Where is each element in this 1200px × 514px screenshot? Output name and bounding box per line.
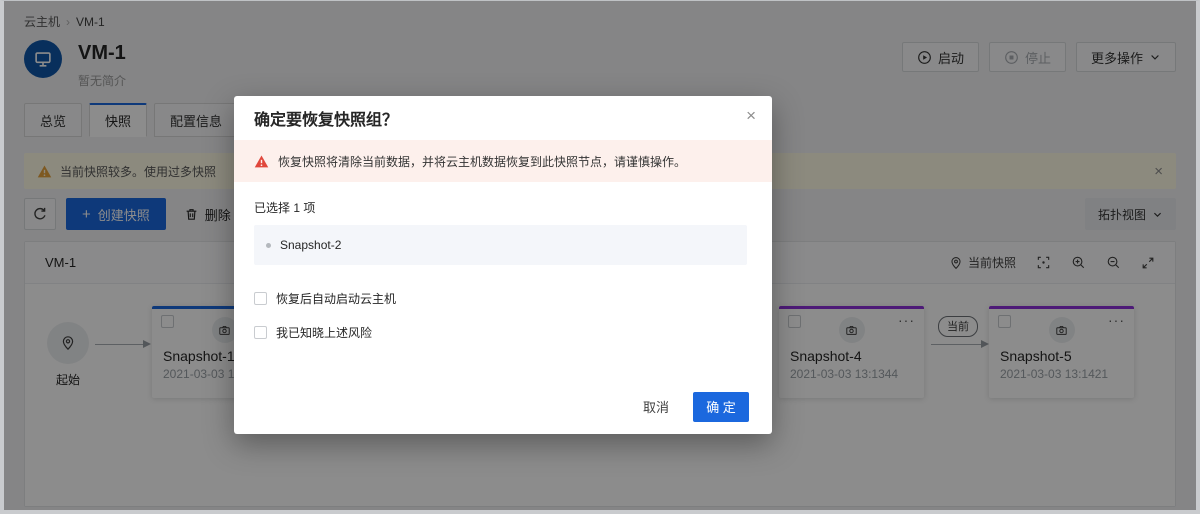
risk-checkbox-row[interactable]: 我已知晓上述风险 [254,324,747,341]
risk-checkbox-label: 我已知晓上述风险 [276,324,372,341]
modal-title: 确定要恢复快照组？ [254,106,398,130]
alert-triangle-icon [254,154,269,169]
restore-snapshot-modal: 确定要恢复快照组？ × 恢复快照将清除当前数据，并将云主机数据恢复到此快照节点，… [234,96,772,434]
alert-text: 恢复快照将清除当前数据，并将云主机数据恢复到此快照节点，请谨慎操作。 [278,153,686,170]
selected-snapshot-row: Snapshot-2 [254,225,747,265]
selected-count-label: 已选择 1 项 [254,199,747,216]
modal-danger-alert: 恢复快照将清除当前数据，并将云主机数据恢复到此快照节点，请谨慎操作。 [234,140,772,182]
modal-header: 确定要恢复快照组？ × [234,96,772,140]
risk-checkbox[interactable] [254,326,267,339]
app-screen: 云主机 › VM-1 VM-1 暂无简介 [0,0,1200,514]
confirm-button[interactable]: 确 定 [693,392,749,422]
autostart-checkbox-label: 恢复后自动启动云主机 [276,290,396,307]
cancel-button[interactable]: 取消 [639,391,673,422]
modal-footer: 取消 确 定 [234,391,772,434]
modal-close-icon[interactable]: × [746,107,756,124]
modal-body: 已选择 1 项 Snapshot-2 恢复后自动启动云主机 我已知晓上述风险 [234,182,772,341]
selected-snapshot-name: Snapshot-2 [280,238,341,252]
autostart-checkbox-row[interactable]: 恢复后自动启动云主机 [254,290,747,307]
bullet-dot [266,243,271,248]
autostart-checkbox[interactable] [254,292,267,305]
